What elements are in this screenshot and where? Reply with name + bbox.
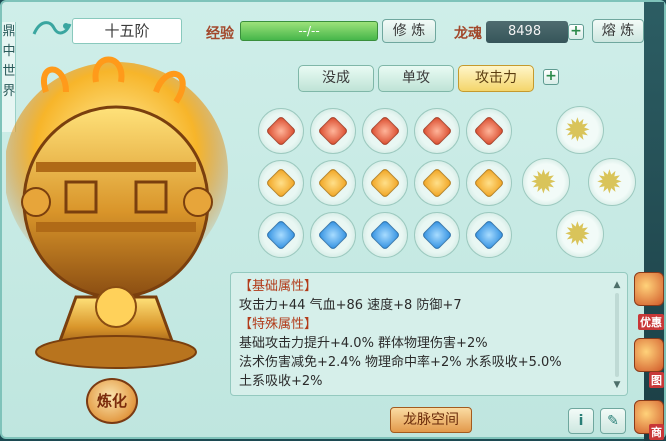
blue-gem-slot[interactable] [258,212,304,258]
refine-button[interactable]: 炼化 [86,378,138,424]
star-icon: ✹ [564,215,591,253]
promo-label: 图 [649,372,664,388]
promo-book-icon[interactable] [634,338,664,372]
golden-vessel-image [6,56,228,369]
scroll-up-icon[interactable]: ▲ [611,279,623,291]
tab-single-attack[interactable]: 单攻 [378,65,454,92]
exp-label: 经验 [206,26,234,42]
left-strip-char: 鼎 [2,24,16,39]
promo-gift-icon[interactable] [634,272,664,306]
red-gem-slot[interactable] [414,108,460,154]
soul-value: 8498 [486,21,568,43]
star-icon: ✹ [564,111,591,149]
add-soul-button[interactable]: + [568,24,584,40]
orange-gem-slot[interactable] [414,160,460,206]
blue-gem-slot[interactable] [310,212,356,258]
red-gem-slot[interactable] [362,108,408,154]
star-icon: ✹ [530,163,557,201]
orange-gem-slot[interactable] [310,160,356,206]
add-tab-button[interactable]: + [543,69,559,85]
promo-label: 商 [649,424,664,440]
orange-gem-slot[interactable] [466,160,512,206]
promo-label: 优惠 [638,314,664,330]
soul-label: 龙魂 [454,26,482,42]
exp-bar: --/-- [240,21,378,41]
red-gem-slot[interactable] [310,108,356,154]
gem-grid: ✹ ✹ ✹ ✹ [240,102,652,262]
orange-gem-slot[interactable] [362,160,408,206]
edit-icon[interactable]: ✎ [600,408,626,434]
blue-gem-slot[interactable] [362,212,408,258]
special-attribute-line: 法术伤害减免+2.4% 物理命中率+2% 水系吸收+5.0% [239,355,562,370]
blue-gem-slot[interactable] [414,212,460,258]
blue-gem-slot[interactable] [466,212,512,258]
dragon-ornament-icon [32,21,72,35]
tab-attack-power[interactable]: 攻击力 [458,65,534,92]
dragon-orb-slot[interactable]: ✹ [588,158,636,206]
attribute-scrollbar[interactable]: ▲ ▼ [611,279,623,391]
dragon-orb-slot[interactable]: ✹ [556,210,604,258]
red-gem-slot[interactable] [466,108,512,154]
star-icon: ✹ [596,163,623,201]
dragon-orb-slot[interactable]: ✹ [556,106,604,154]
cultivate-button[interactable]: 修 炼 [382,19,436,43]
scroll-track[interactable] [615,293,619,377]
scroll-down-icon[interactable]: ▼ [611,379,623,391]
base-attributes-title: 【基础属性】 [239,279,318,294]
tab-moshi[interactable]: 没成 [298,65,374,92]
special-attribute-line: 基础攻击力提升+4.0% 群体物理伤害+2% [239,336,488,351]
red-gem-slot[interactable] [258,108,304,154]
dragon-vessel-panel: 鼎 中 世 界 十五阶 经验 --/-- 修 炼 龙魂 8498 + 熔 炼 没… [0,0,666,441]
dragon-vein-space-button[interactable]: 龙脉空间 [390,407,472,433]
orange-gem-slot[interactable] [258,160,304,206]
special-attributes-title: 【特殊属性】 [239,317,318,332]
base-attributes-line: 攻击力+44 气血+86 速度+8 防御+7 [239,298,462,313]
smelt-button[interactable]: 熔 炼 [592,19,644,43]
dragon-orb-slot[interactable]: ✹ [522,158,570,206]
info-icon[interactable]: i [568,408,594,434]
attribute-panel: 【基础属性】 攻击力+44 气血+86 速度+8 防御+7 【特殊属性】 基础攻… [230,272,628,396]
vessel-rank: 十五阶 [72,18,182,44]
special-attribute-line: 土系吸收+2% [239,374,323,389]
